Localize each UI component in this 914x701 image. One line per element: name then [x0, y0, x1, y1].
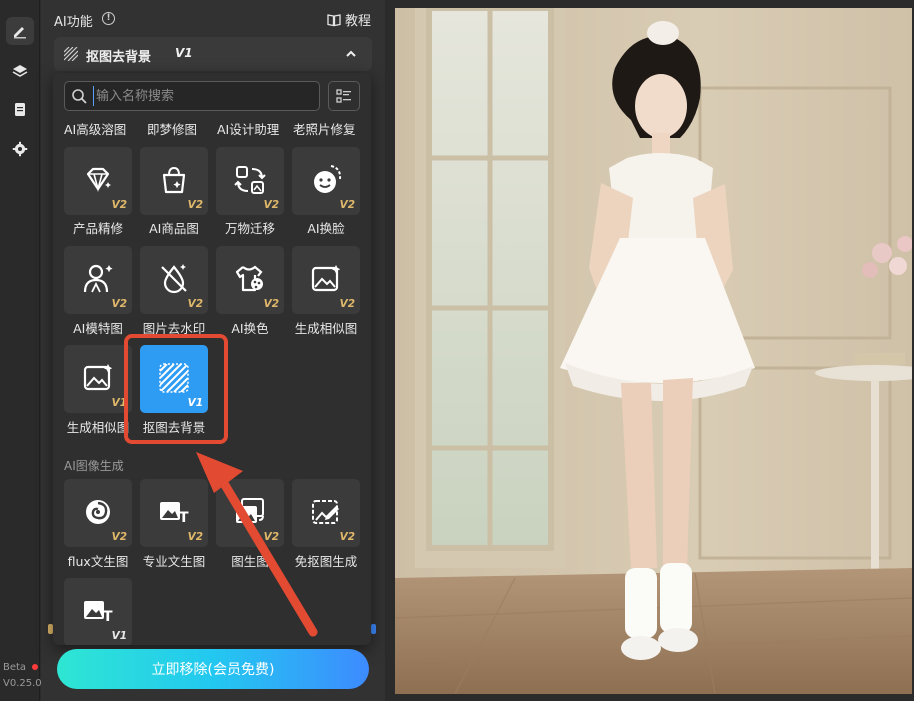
image-sparkle-icon: [83, 364, 113, 391]
tool-label[interactable]: 即梦修图: [147, 119, 197, 138]
version-badge: V2: [187, 531, 203, 543]
layers-button[interactable]: [6, 57, 34, 85]
image-sparkle-icon: [311, 265, 341, 292]
version-badge: V2: [111, 298, 127, 310]
tshirt-palette-icon: [235, 265, 263, 292]
section-heading-image-generation: AI图像生成: [64, 459, 124, 473]
tool-tile-remove-watermark[interactable]: V2: [140, 246, 208, 314]
version-badge: V2: [187, 298, 203, 310]
tool-tile-face-swap[interactable]: V2: [292, 147, 360, 215]
tool-tile-transfer[interactable]: V2: [216, 147, 284, 215]
preview-photo: [395, 8, 912, 694]
image-text-icon: T: [84, 601, 113, 625]
tool-tile-ai-recolor[interactable]: V2: [216, 246, 284, 314]
search-input[interactable]: [93, 86, 313, 106]
svg-text:T: T: [179, 510, 189, 526]
remove-watermark-icon: [161, 264, 187, 294]
version-badge: V2: [339, 298, 355, 310]
pencil-icon: [14, 27, 26, 39]
image-text-icon: T: [160, 502, 189, 526]
tool-tile-no-cutout-gen[interactable]: V2: [292, 479, 360, 547]
left-toolbar: Beta V0.25.0: [0, 0, 42, 701]
tool-label: AI换脸: [307, 221, 345, 236]
gear-icon: [12, 141, 28, 157]
model-person-icon: [83, 264, 113, 293]
version-badge: V2: [111, 199, 127, 211]
version-badge: V2: [263, 298, 279, 310]
beta-label: Beta: [3, 662, 27, 673]
clipboard-icon: [15, 103, 25, 116]
tool-label[interactable]: AI高级溶图: [64, 119, 126, 138]
selected-feature-name: 抠图去背景: [86, 50, 152, 65]
list-icon: [336, 89, 351, 103]
tool-label[interactable]: AI设计助理: [217, 119, 279, 138]
list-view-button[interactable]: [328, 81, 360, 111]
version-badge: V2: [339, 531, 355, 543]
version-badge: V2: [263, 531, 279, 543]
highlight-box: [124, 334, 228, 444]
image-to-image-icon: [236, 498, 264, 523]
tutorial-label: 教程: [344, 14, 371, 29]
tool-label: 生成相似图: [294, 321, 358, 336]
info-icon[interactable]: !: [102, 12, 115, 25]
tool-tile-similar-image-v1[interactable]: V1: [64, 345, 132, 413]
diamond-sparkle-icon: [86, 167, 111, 193]
tool-tile-text2img-v1[interactable]: T V1: [64, 578, 132, 645]
clipboard-button[interactable]: [6, 95, 34, 123]
feature-selector[interactable]: 抠图去背景 V1: [54, 37, 372, 71]
search-icon: [72, 89, 87, 104]
app-window: Beta V0.25.0 AI功能 ! 教程 抠图去背景 V1 输入名称搜索 A…: [0, 0, 914, 701]
transfer-icon: [234, 166, 266, 194]
version-badge: V1: [111, 630, 127, 642]
tool-tile-similar-image-v2[interactable]: V2: [292, 246, 360, 314]
layers-icon: [12, 65, 28, 77]
tool-label[interactable]: 老照片修复: [293, 119, 356, 138]
remove-now-button[interactable]: 立即移除(会员免费): [57, 649, 369, 689]
tool-tile-pro-text2img[interactable]: T V2: [140, 479, 208, 547]
chevron-up-icon[interactable]: [344, 47, 358, 61]
version-badge: V2: [339, 199, 355, 211]
tutorial-link[interactable]: 教程: [327, 10, 371, 29]
shopping-bag-icon: [162, 166, 186, 194]
version-badge: V2: [111, 531, 127, 543]
tool-tile-img2img[interactable]: V2: [216, 479, 284, 547]
book-icon: [327, 13, 341, 26]
version-badge: V2: [187, 199, 203, 211]
image-edit-icon: [312, 500, 339, 524]
edit-tool-button[interactable]: [6, 17, 34, 45]
version-badge: V2: [263, 199, 279, 211]
panel-title: AI功能: [54, 15, 93, 30]
settings-button[interactable]: [6, 135, 34, 163]
swirl-icon: [86, 500, 110, 524]
scroll-indicator-right: [371, 624, 376, 634]
tool-tile-ai-model[interactable]: V2: [64, 246, 132, 314]
notification-dot: [32, 664, 38, 670]
tool-tile-product-retouch[interactable]: V2: [64, 147, 132, 215]
tool-tile-ai-product[interactable]: V2: [140, 147, 208, 215]
panel-header: AI功能 ! 教程: [41, 0, 385, 36]
face-swap-icon: [314, 165, 342, 193]
hatch-icon: [64, 47, 78, 61]
version-label: V0.25.0: [3, 678, 42, 689]
selected-feature-version: V1: [175, 46, 193, 60]
svg-text:T: T: [103, 609, 113, 625]
photo-illustration: [395, 8, 912, 694]
search-box: [64, 81, 320, 111]
tool-label: 免抠图生成: [294, 554, 358, 569]
tool-tile-flux-text2img[interactable]: V2: [64, 479, 132, 547]
